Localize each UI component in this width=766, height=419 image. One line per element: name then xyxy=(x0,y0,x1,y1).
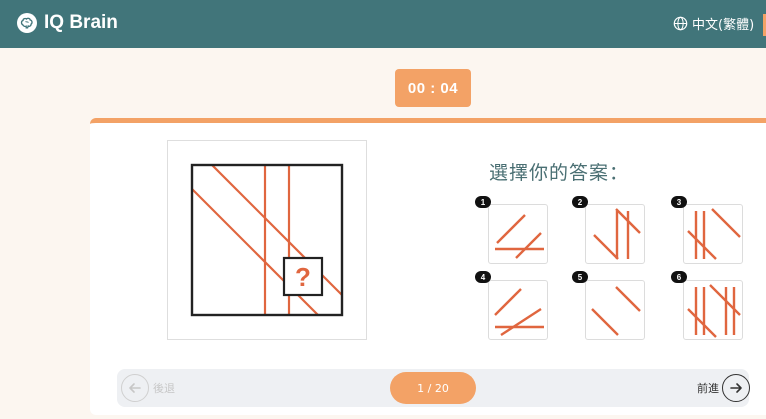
option-4-figure xyxy=(494,288,544,337)
progress-indicator: 1 / 20 xyxy=(390,372,476,404)
answer-prompt: 選擇你的答案： xyxy=(489,162,630,184)
next-button[interactable]: 前進 xyxy=(697,374,750,402)
arrow-right-icon xyxy=(730,383,742,393)
app-header: IQ Brain 中文(繁體) xyxy=(0,0,766,48)
back-button[interactable]: 後退 xyxy=(121,374,175,402)
logo[interactable]: IQ Brain xyxy=(16,12,118,34)
option-6-figure xyxy=(687,284,741,338)
back-label: 後退 xyxy=(153,382,175,395)
puzzle-diagram: ? xyxy=(190,163,344,317)
option-number-badge: 5 xyxy=(572,271,588,283)
language-label: 中文(繁體) xyxy=(692,18,755,33)
option-5-figure xyxy=(591,286,641,336)
option-number-badge: 2 xyxy=(572,196,588,208)
next-circle[interactable] xyxy=(722,374,750,402)
brain-icon xyxy=(17,13,37,33)
option-3-figure xyxy=(687,208,741,260)
answer-option-6[interactable] xyxy=(683,280,743,340)
option-2-figure xyxy=(593,208,641,260)
answer-option-2[interactable] xyxy=(585,204,645,264)
next-label: 前進 xyxy=(697,382,719,395)
brand-name: IQ Brain xyxy=(44,12,118,33)
arrow-left-icon xyxy=(129,383,141,393)
countdown-timer: 00 : 04 xyxy=(395,69,471,107)
option-1-figure xyxy=(495,214,544,259)
option-number-badge: 4 xyxy=(475,271,491,283)
globe-icon xyxy=(673,16,688,31)
option-number-badge: 3 xyxy=(671,196,687,208)
puzzle-figure: ? xyxy=(167,140,367,340)
answer-option-1[interactable] xyxy=(488,204,548,264)
back-circle[interactable] xyxy=(121,374,149,402)
language-selector[interactable]: 中文(繁體) xyxy=(673,14,754,33)
answer-option-5[interactable] xyxy=(585,280,645,340)
question-mark: ? xyxy=(295,262,311,292)
option-number-badge: 6 xyxy=(671,271,687,283)
answer-option-4[interactable] xyxy=(488,280,548,340)
answer-option-3[interactable] xyxy=(683,204,743,264)
option-number-badge: 1 xyxy=(475,196,491,208)
